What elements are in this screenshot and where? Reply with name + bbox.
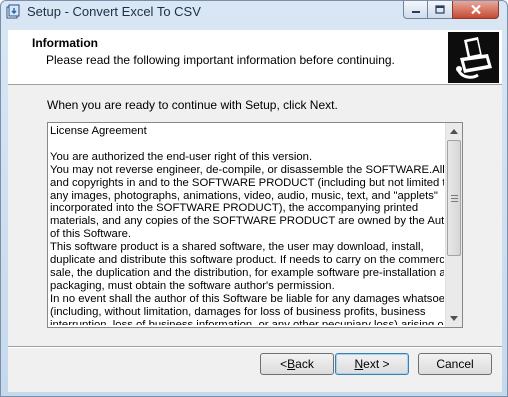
button-separator [8,346,502,348]
grip-icon [450,194,458,202]
next-label-key: N [354,357,364,371]
minimize-icon [411,10,420,13]
vertical-scrollbar[interactable] [445,123,462,327]
wizard-client-area: Information Please read the following im… [8,30,502,392]
setup-app-icon [6,4,20,19]
title-bar[interactable]: Setup - Convert Excel To CSV [1,1,507,23]
wizard-header: Information Please read the following im… [8,30,502,85]
next-label-rest: ext > [363,357,390,371]
back-label-prefix: < [280,357,288,371]
scroll-thumb[interactable] [447,140,461,256]
license-text: License Agreement You are authorized the… [50,125,444,325]
minimize-button[interactable] [403,1,428,19]
license-memo-box[interactable]: License Agreement You are authorized the… [47,122,463,328]
close-button[interactable] [452,1,499,19]
maximize-button[interactable] [427,1,453,19]
page-subtitle: Please read the following important info… [46,53,395,67]
cancel-button[interactable]: Cancel [418,353,492,375]
back-label-key: B [287,357,296,371]
back-button[interactable]: < Back [260,353,334,375]
installer-box-icon [448,32,499,83]
window-title: Setup - Convert Excel To CSV [27,4,201,19]
setup-window: Setup - Convert Excel To CSV Information… [0,0,508,397]
maximize-icon [435,5,445,14]
close-icon [470,4,481,15]
next-button[interactable]: Next > [335,353,409,375]
back-label-rest: ack [295,357,314,371]
page-title: Information [32,36,98,50]
scroll-down-arrow-icon [450,316,458,321]
scroll-down-button[interactable] [446,310,462,327]
intro-text: When you are ready to continue with Setu… [47,98,338,112]
scroll-up-button[interactable] [446,123,462,140]
scroll-up-arrow-icon [450,129,458,134]
